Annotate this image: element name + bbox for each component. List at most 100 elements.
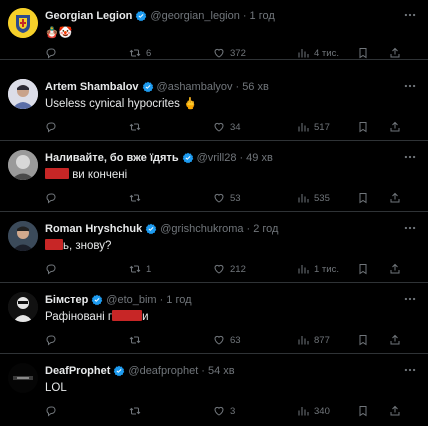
like-button[interactable]: 63: [213, 333, 241, 347]
share-button[interactable]: [389, 120, 401, 134]
views-button[interactable]: 535: [297, 191, 330, 205]
more-options-icon[interactable]: [402, 79, 418, 93]
timestamp[interactable]: 56 хв: [242, 81, 269, 93]
reply-button[interactable]: [45, 404, 62, 418]
tweet-roman-hryshchuk[interactable]: Roman Hryshchuk @grishchukroma · 2 год ь…: [0, 213, 428, 283]
tweet-text: Useless cynical hypocrites 🖕: [45, 98, 198, 110]
like-button[interactable]: 212: [213, 262, 246, 276]
tweet-text-visible: Рафіновані г: [45, 311, 113, 323]
bookmark-button[interactable]: [357, 333, 369, 347]
reply-button[interactable]: [45, 262, 62, 276]
reply-button[interactable]: [45, 120, 62, 134]
bookmark-button[interactable]: [357, 262, 369, 276]
views-button[interactable]: 517: [297, 120, 330, 134]
author-handle[interactable]: @deafprophet: [128, 365, 198, 377]
timestamp[interactable]: 2 год: [253, 223, 278, 235]
views-button[interactable]: 340: [297, 404, 330, 418]
separator-dot: ·: [159, 293, 164, 306]
view-count: 535: [314, 192, 330, 204]
tweet-eto-bim[interactable]: Бімстер @eto_bim · 1 год Рафіновані г и 6…: [0, 284, 428, 354]
like-button[interactable]: 34: [213, 120, 241, 134]
tweet-deafprophet[interactable]: DeafProphet @deafprophet · 54 хв LOL 3 3…: [0, 355, 428, 426]
author-name[interactable]: Наливайте, бо вже їдять: [45, 152, 179, 164]
share-icon: [390, 192, 400, 203]
views-button[interactable]: 877: [297, 333, 330, 347]
reply-icon: [46, 193, 56, 204]
author-name[interactable]: Бімстер: [45, 294, 88, 306]
views-bar-chart-icon: [298, 49, 309, 58]
tweet-vrill28[interactable]: Наливайте, бо вже їдять @vrill28 · 49 хв…: [0, 142, 428, 212]
bookmark-button[interactable]: [357, 46, 369, 60]
views-button[interactable]: 1 тис.: [297, 262, 339, 276]
timestamp[interactable]: 49 хв: [246, 152, 273, 164]
view-count: 4 тис.: [314, 47, 339, 59]
avatar[interactable]: [8, 292, 38, 322]
retweet-button[interactable]: [129, 120, 146, 134]
retweet-icon: [129, 407, 141, 415]
separator-dot: ·: [242, 9, 247, 22]
user-photo-icon: [8, 221, 38, 251]
bookmark-button[interactable]: [357, 191, 369, 205]
author-name[interactable]: DeafProphet: [45, 365, 110, 377]
author-name[interactable]: Artem Shambalov: [45, 81, 139, 93]
like-button[interactable]: 3: [213, 404, 235, 418]
share-icon: [390, 121, 400, 132]
author-handle[interactable]: @vrill28: [197, 152, 237, 164]
retweet-count: 1: [146, 263, 152, 275]
share-button[interactable]: [389, 262, 401, 276]
more-options-icon[interactable]: [402, 150, 418, 164]
user-photo-icon: [8, 363, 38, 393]
avatar[interactable]: [8, 363, 38, 393]
like-button[interactable]: 372: [213, 46, 246, 60]
reply-button[interactable]: [45, 333, 62, 347]
retweet-button[interactable]: [129, 404, 146, 418]
tweet-text-visible: и: [142, 311, 149, 323]
avatar[interactable]: [8, 79, 38, 109]
retweet-count: 6: [146, 47, 152, 59]
timestamp[interactable]: 1 год: [166, 294, 191, 306]
like-count: 212: [230, 263, 246, 275]
more-options-icon[interactable]: [402, 292, 418, 306]
author-handle[interactable]: @ashambalyov: [157, 81, 233, 93]
avatar[interactable]: [8, 150, 38, 180]
tweet-text-visible: ь, знову?: [63, 240, 112, 252]
avatar[interactable]: [8, 221, 38, 251]
share-button[interactable]: [389, 404, 401, 418]
retweet-button[interactable]: [129, 191, 146, 205]
more-options-icon[interactable]: [402, 221, 418, 235]
tweet-text-visible: ви кончені: [69, 169, 128, 181]
more-options-icon[interactable]: [402, 363, 418, 377]
reply-icon: [46, 48, 56, 59]
share-button[interactable]: [389, 46, 401, 60]
reply-icon: [46, 264, 56, 275]
author-handle[interactable]: @eto_bim: [106, 294, 156, 306]
share-button[interactable]: [389, 333, 401, 347]
retweet-button[interactable]: [129, 333, 146, 347]
views-button[interactable]: 4 тис.: [297, 46, 339, 60]
timestamp[interactable]: 1 год: [250, 10, 275, 22]
author-name[interactable]: Georgian Legion: [45, 10, 132, 22]
verified-badge-icon: [114, 365, 125, 376]
heart-icon: [214, 48, 224, 58]
reply-button[interactable]: [45, 46, 62, 60]
author-handle[interactable]: @georgian_legion: [150, 10, 239, 22]
bookmark-button[interactable]: [357, 120, 369, 134]
share-button[interactable]: [389, 191, 401, 205]
author-handle[interactable]: @grishchukroma: [160, 223, 243, 235]
bookmark-button[interactable]: [357, 404, 369, 418]
like-button[interactable]: 53: [213, 191, 241, 205]
verified-badge-icon: [182, 152, 193, 163]
retweet-button[interactable]: 6: [129, 46, 151, 60]
retweet-button[interactable]: 1: [129, 262, 151, 276]
reply-button[interactable]: [45, 191, 62, 205]
redaction-mark: [45, 168, 69, 179]
avatar[interactable]: [8, 8, 38, 38]
tweet-georgian-legion[interactable]: Georgian Legion @georgian_legion · 1 год…: [0, 0, 428, 60]
separator-dot: ·: [201, 364, 205, 377]
tweet-artem-shambalov[interactable]: Artem Shambalov @ashambalyov · 56 хв Use…: [0, 71, 428, 141]
more-options-icon[interactable]: [402, 8, 418, 22]
tweet-text: Рафіновані г и: [45, 310, 418, 325]
heart-icon: [214, 406, 224, 416]
timestamp[interactable]: 54 хв: [208, 365, 235, 377]
author-name[interactable]: Roman Hryshchuk: [45, 223, 142, 235]
